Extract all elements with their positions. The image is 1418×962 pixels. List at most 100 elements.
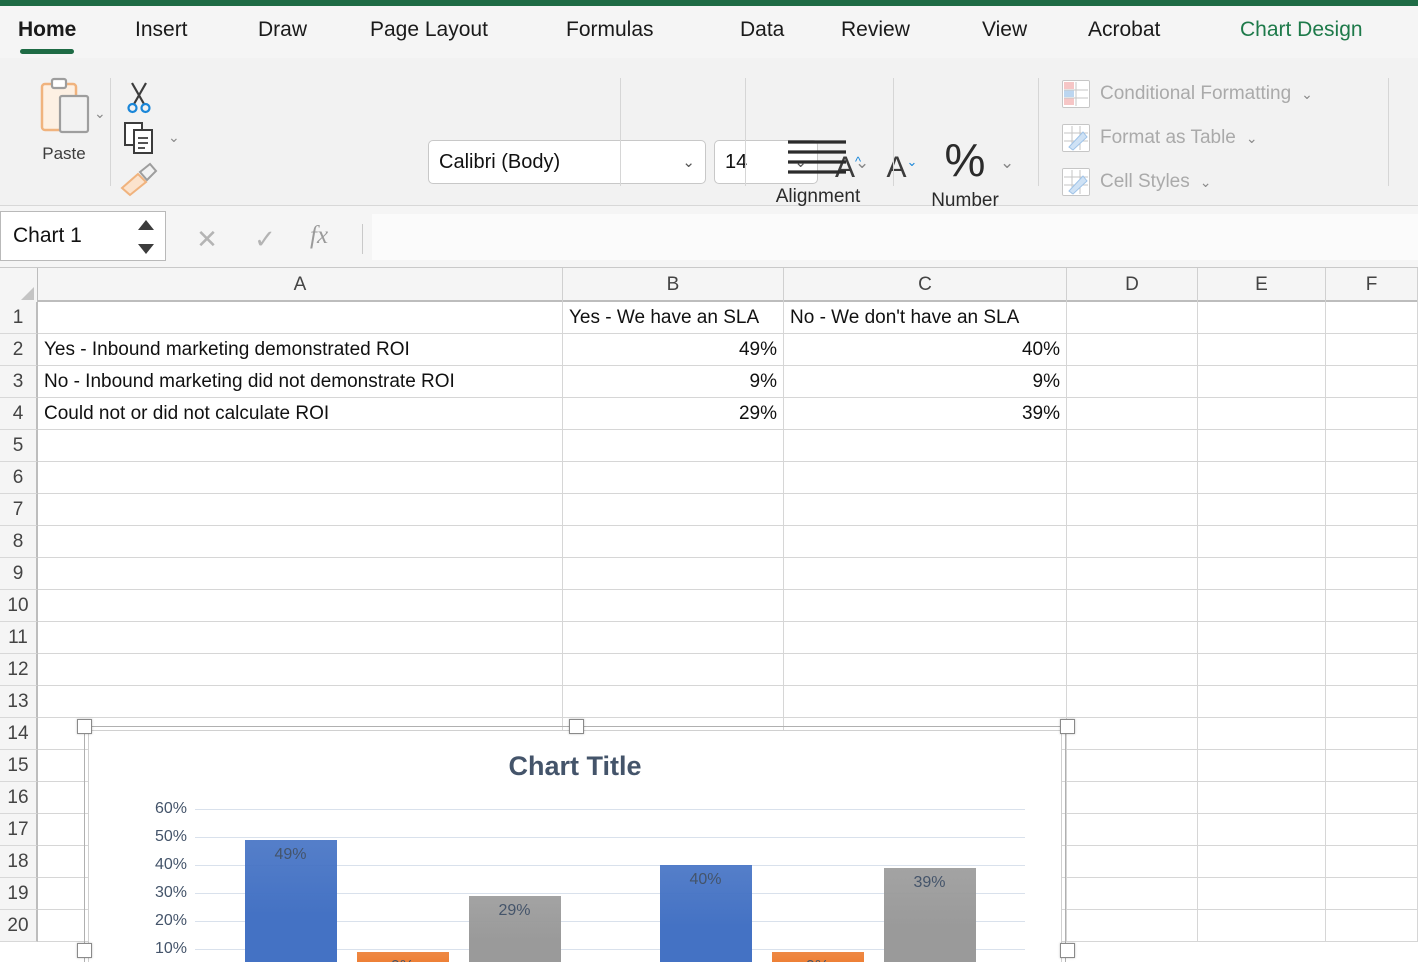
cell-C6[interactable] [784, 462, 1067, 494]
cell-D3[interactable] [1067, 366, 1198, 398]
cell-C10[interactable] [784, 590, 1067, 622]
cell-D7[interactable] [1067, 494, 1198, 526]
ribbon-tab-home[interactable]: Home [18, 6, 76, 58]
cell-E13[interactable] [1198, 686, 1326, 718]
cell-D20[interactable] [1067, 910, 1198, 942]
cell-D8[interactable] [1067, 526, 1198, 558]
cell-F17[interactable] [1326, 814, 1418, 846]
cell-D2[interactable] [1067, 334, 1198, 366]
cancel-entry-button[interactable]: ✕ [190, 224, 224, 254]
cell-D11[interactable] [1067, 622, 1198, 654]
cell-C3[interactable]: 9% [784, 366, 1067, 398]
column-header-B[interactable]: B [563, 268, 784, 302]
cell-D5[interactable] [1067, 430, 1198, 462]
cell-B12[interactable] [563, 654, 784, 686]
cell-D16[interactable] [1067, 782, 1198, 814]
row-header-1[interactable]: 1 [0, 302, 38, 334]
cell-D4[interactable] [1067, 398, 1198, 430]
cell-F13[interactable] [1326, 686, 1418, 718]
cell-C9[interactable] [784, 558, 1067, 590]
row-header-20[interactable]: 20 [0, 910, 38, 942]
cell-F14[interactable] [1326, 718, 1418, 750]
cell-F12[interactable] [1326, 654, 1418, 686]
name-box-spinner[interactable] [137, 220, 155, 254]
cell-A7[interactable] [38, 494, 563, 526]
ribbon-tab-draw[interactable]: Draw [258, 6, 307, 58]
cell-C13[interactable] [784, 686, 1067, 718]
cell-B6[interactable] [563, 462, 784, 494]
column-header-F[interactable]: F [1326, 268, 1418, 302]
cell-A9[interactable] [38, 558, 563, 590]
paste-chevron-down-icon[interactable]: ⌄ [94, 106, 106, 120]
cell-E5[interactable] [1198, 430, 1326, 462]
cell-D19[interactable] [1067, 878, 1198, 910]
ribbon-tab-data[interactable]: Data [740, 6, 784, 58]
cell-D13[interactable] [1067, 686, 1198, 718]
row-header-6[interactable]: 6 [0, 462, 38, 494]
cell-E11[interactable] [1198, 622, 1326, 654]
cell-A4[interactable]: Could not or did not calculate ROI [38, 398, 563, 430]
cell-B11[interactable] [563, 622, 784, 654]
cell-F2[interactable] [1326, 334, 1418, 366]
cell-C8[interactable] [784, 526, 1067, 558]
cell-A12[interactable] [38, 654, 563, 686]
cell-styles-button[interactable]: Cell Styles ⌄ [1062, 168, 1211, 196]
ribbon-tab-formulas[interactable]: Formulas [566, 6, 654, 58]
cell-D15[interactable] [1067, 750, 1198, 782]
cell-E7[interactable] [1198, 494, 1326, 526]
cell-D1[interactable] [1067, 302, 1198, 334]
chart-handle-middle-right[interactable] [1060, 943, 1075, 958]
ribbon-tab-view[interactable]: View [982, 6, 1027, 58]
row-header-9[interactable]: 9 [0, 558, 38, 590]
chart-bar[interactable]: 40% [660, 865, 752, 962]
column-header-A[interactable]: A [38, 268, 563, 302]
cell-B1[interactable]: Yes - We have an SLA [563, 302, 784, 334]
chart-bar[interactable]: 9% [772, 952, 864, 962]
cell-F5[interactable] [1326, 430, 1418, 462]
paste-button[interactable]: Paste [18, 76, 110, 188]
format-as-table-button[interactable]: Format as Table ⌄ [1062, 124, 1258, 152]
cell-E19[interactable] [1198, 878, 1326, 910]
cut-button[interactable] [122, 80, 156, 119]
row-header-19[interactable]: 19 [0, 878, 38, 910]
row-header-3[interactable]: 3 [0, 366, 38, 398]
cell-B3[interactable]: 9% [563, 366, 784, 398]
cell-D9[interactable] [1067, 558, 1198, 590]
cell-E14[interactable] [1198, 718, 1326, 750]
cell-A10[interactable] [38, 590, 563, 622]
row-header-2[interactable]: 2 [0, 334, 38, 366]
conditional-formatting-button[interactable]: Conditional Formatting ⌄ [1062, 80, 1313, 108]
row-header-14[interactable]: 14 [0, 718, 38, 750]
chart-handle-top-left[interactable] [77, 719, 92, 734]
cell-B13[interactable] [563, 686, 784, 718]
cell-C2[interactable]: 40% [784, 334, 1067, 366]
cell-E8[interactable] [1198, 526, 1326, 558]
confirm-entry-button[interactable]: ✓ [248, 224, 282, 254]
chart-bar[interactable]: 29% [469, 896, 561, 962]
row-header-11[interactable]: 11 [0, 622, 38, 654]
cell-B8[interactable] [563, 526, 784, 558]
cell-E1[interactable] [1198, 302, 1326, 334]
cell-D12[interactable] [1067, 654, 1198, 686]
cell-B10[interactable] [563, 590, 784, 622]
row-header-18[interactable]: 18 [0, 846, 38, 878]
cell-E20[interactable] [1198, 910, 1326, 942]
ribbon-tab-review[interactable]: Review [841, 6, 910, 58]
cell-F20[interactable] [1326, 910, 1418, 942]
number-format-button[interactable]: % Number [895, 136, 1035, 212]
row-header-17[interactable]: 17 [0, 814, 38, 846]
cell-F4[interactable] [1326, 398, 1418, 430]
cell-E16[interactable] [1198, 782, 1326, 814]
cell-E3[interactable] [1198, 366, 1326, 398]
row-header-4[interactable]: 4 [0, 398, 38, 430]
alignment-chevron-down-icon[interactable]: ⌄ [855, 154, 869, 171]
cell-C7[interactable] [784, 494, 1067, 526]
cell-E6[interactable] [1198, 462, 1326, 494]
cell-F15[interactable] [1326, 750, 1418, 782]
row-header-15[interactable]: 15 [0, 750, 38, 782]
chart-bar[interactable]: 9% [357, 952, 449, 962]
cell-B9[interactable] [563, 558, 784, 590]
chart-bar[interactable]: 39% [884, 868, 976, 962]
chart-object[interactable]: Chart Title 0%10%20%30%40%50%60%49%9%29%… [88, 730, 1062, 962]
column-header-D[interactable]: D [1067, 268, 1198, 302]
